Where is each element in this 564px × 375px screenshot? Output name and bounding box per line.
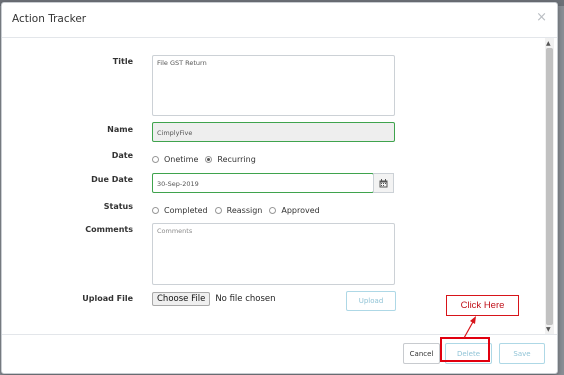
onetime-radio[interactable] [152,156,159,163]
delete-highlight-box [440,337,490,362]
due-date-label: Due Date [91,175,133,184]
calendar-button[interactable] [373,173,394,193]
date-option-onetime[interactable]: Onetime [152,155,198,164]
title-label: Title [112,57,133,66]
choose-file-button[interactable]: Choose File [152,292,211,306]
status-radio-group: Completed Reassign Approved [152,206,327,215]
scroll-thumb[interactable] [546,48,553,325]
comments-label: Comments [85,225,133,234]
reassign-radio[interactable] [214,207,222,214]
approved-radio[interactable] [269,207,277,214]
upload-file-label: Upload File [82,294,133,303]
status-option-completed[interactable]: Completed [152,206,208,215]
date-radio-group: Onetime Recurring [152,155,263,164]
name-label: Name [107,125,133,134]
name-field[interactable]: CimplyFive [152,122,395,142]
date-option-recurring[interactable]: Recurring [205,155,256,164]
onetime-label: Onetime [164,155,199,164]
status-label: Status [103,202,133,211]
dialog-header: Action Tracker × [2,3,557,38]
completed-label: Completed [164,206,208,215]
title-textarea[interactable]: File GST Return [152,55,395,116]
completed-radio[interactable] [152,207,159,214]
date-label: Date [111,151,133,160]
due-date-input[interactable]: 30-Sep-2019 [152,173,374,193]
recurring-label: Recurring [217,155,256,164]
dialog-scrollbar[interactable]: ▲ ▼ [545,38,554,334]
status-option-approved[interactable]: Approved [269,206,320,215]
file-input: Choose File No file chosen [152,292,276,306]
dialog-title: Action Tracker [12,13,87,25]
status-option-reassign[interactable]: Reassign [214,206,263,215]
comments-textarea[interactable]: Comments [152,223,395,285]
scroll-up-icon[interactable]: ▲ [546,40,551,47]
no-file-text: No file chosen [215,294,276,304]
reassign-label: Reassign [226,206,263,215]
dialog-body: Title File GST Return Name CimplyFive Da… [2,38,545,334]
approved-label: Approved [281,206,320,215]
upload-button[interactable]: Upload [346,291,396,311]
calendar-icon [379,178,388,187]
click-here-callout: Click Here [446,295,519,316]
callout-arrow-icon [463,316,476,339]
recurring-radio[interactable] [205,156,213,163]
close-icon[interactable]: × [536,10,547,25]
cancel-button[interactable]: Cancel [403,343,440,364]
scroll-down-icon[interactable]: ▼ [546,326,551,333]
save-button[interactable]: Save [499,343,545,364]
